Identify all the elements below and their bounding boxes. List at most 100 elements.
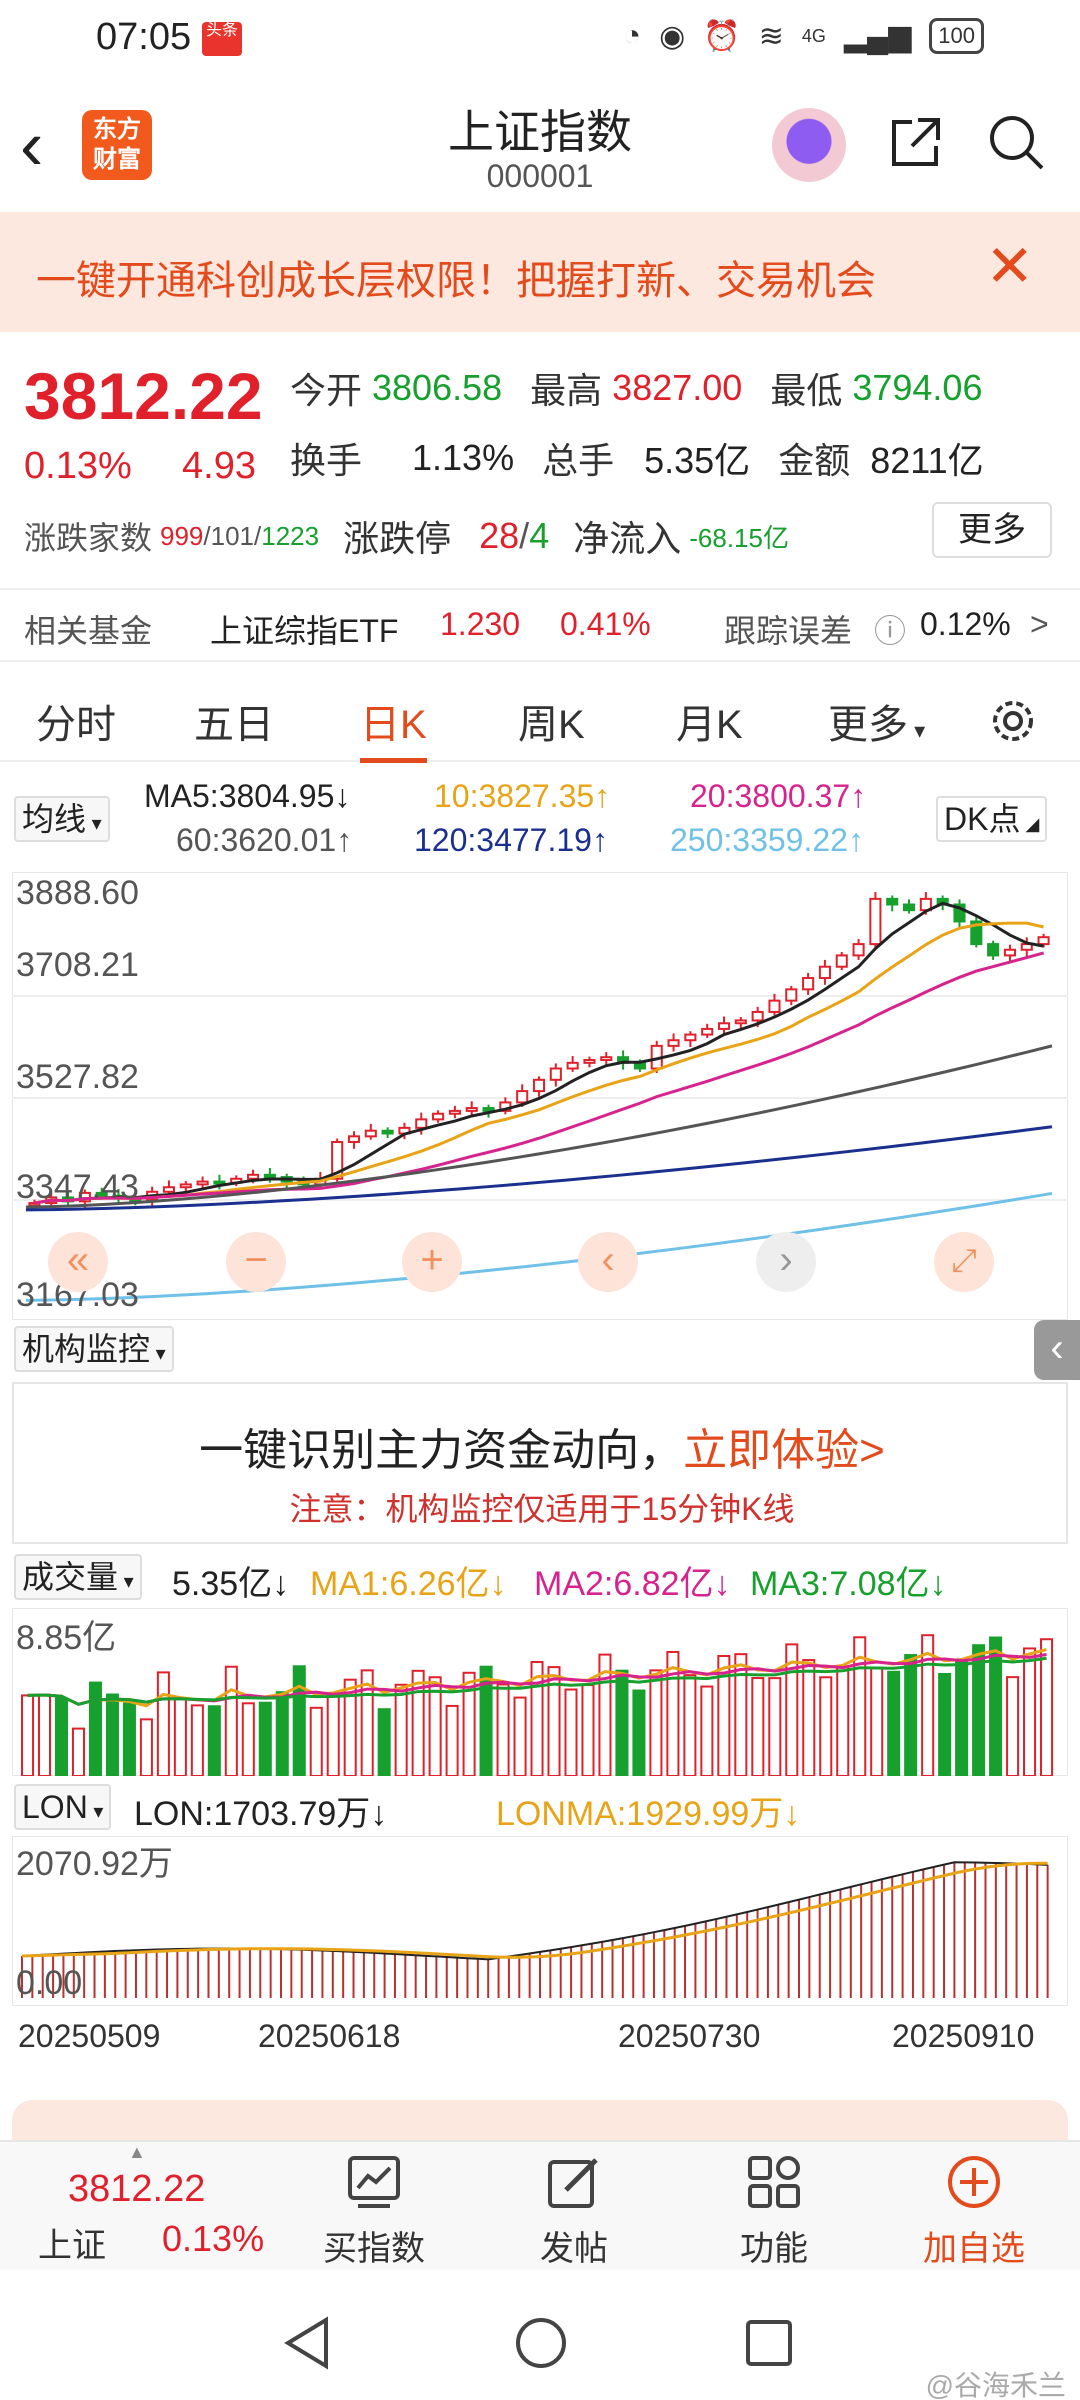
try-now-link[interactable]: 立即体验> — [683, 1426, 885, 1475]
add-watchlist-label: 加自选 — [923, 2230, 1025, 2268]
candle-body — [1037, 936, 1050, 946]
nav-back-icon[interactable] — [282, 2316, 332, 2370]
bottom-ad-strip[interactable] — [12, 2100, 1068, 2140]
rewind-icon[interactable]: « — [48, 1232, 108, 1292]
status-bar: 07:05 头条 ◔ ◉ ⏰ ≋ 4G ▂▄▆ 100 — [0, 0, 1080, 80]
volume-bar — [955, 1660, 969, 1777]
fullscreen-icon[interactable]: ⤢ — [934, 1232, 994, 1292]
institution-note: 注意：机构监控仅适用于15分钟K线 — [289, 1491, 795, 1527]
inflow-value: -68.15亿 — [689, 522, 789, 553]
volume-bar — [21, 1694, 35, 1777]
dk-point-toggle[interactable]: DK点 ◢ — [936, 796, 1048, 842]
ma60-value: 60:3620.01↑ — [176, 822, 353, 858]
tab-daily-k[interactable]: 日K — [360, 692, 427, 763]
volume-bar — [700, 1685, 714, 1777]
assistant-avatar-icon[interactable] — [772, 108, 846, 182]
chevron-right-icon[interactable]: > — [1030, 606, 1049, 643]
lon-axis-max: 2070.92万 — [16, 1845, 173, 1883]
breadth-flat: 101 — [210, 520, 255, 551]
promo-text[interactable]: 一键开通科创成长层权限！把握打新、交易机会 — [36, 248, 876, 306]
functions-button[interactable]: 功能 — [704, 2152, 844, 2270]
ma250-value: 250:3359.22↑ — [670, 822, 864, 858]
institution-headline[interactable]: 一键识别主力资金动向，立即体验> — [14, 1414, 1070, 1478]
volume-bar — [292, 1665, 306, 1778]
buy-index-button[interactable]: 买指数 — [304, 2152, 444, 2270]
settings-gear-icon[interactable] — [986, 694, 1040, 748]
volume-svg — [11, 1607, 1069, 1778]
nav-home-icon[interactable] — [514, 2316, 568, 2370]
tab-intraday[interactable]: 分时 — [36, 692, 116, 750]
caret-up-icon: ▲ — [128, 2142, 146, 2162]
volume-bar — [71, 1727, 85, 1777]
tab-five-day[interactable]: 五日 — [194, 692, 274, 750]
help-icon[interactable]: ⓘ — [874, 606, 906, 652]
candle-body — [566, 1061, 579, 1070]
fund-price: 1.230 — [440, 606, 521, 642]
fund-name[interactable]: 上证综指ETF — [210, 606, 398, 652]
promo-banner[interactable]: 一键开通科创成长层权限！把握打新、交易机会 ✕ — [0, 212, 1080, 332]
candlestick-svg[interactable] — [11, 871, 1069, 1321]
volume-bar — [1006, 1676, 1020, 1777]
tab-more[interactable]: 更多 ▾ — [828, 692, 925, 750]
scroll-left-icon[interactable]: ‹ — [578, 1232, 638, 1292]
candle-body — [886, 897, 899, 906]
volume-bar — [615, 1669, 629, 1777]
volume-bar — [513, 1696, 527, 1777]
post-label: 发帖 — [540, 2230, 608, 2268]
weibo-watermark: @谷海禾兰 — [925, 2370, 1066, 2400]
scroll-right-icon[interactable]: › — [756, 1232, 816, 1292]
more-button[interactable]: 更多 — [932, 502, 1052, 558]
ma5-value: MA5:3804.95↓ — [144, 778, 351, 814]
zoom-out-icon[interactable]: − — [226, 1232, 286, 1292]
related-fund-row[interactable]: 相关基金 上证综指ETF 1.230 0.41% 跟踪误差 ⓘ 0.12% > — [0, 588, 1080, 662]
candle-body — [364, 1129, 377, 1138]
tab-weekly-k[interactable]: 周K — [518, 692, 585, 750]
volume-selector[interactable]: 成交量 ▾ — [14, 1554, 142, 1600]
candle-body — [902, 903, 916, 912]
volume-bar — [54, 1697, 69, 1777]
candlestick-chart[interactable]: 3888.60 3708.21 3527.82 3347.43 3167.03 … — [11, 871, 1069, 1321]
turnover-label: 换手 — [290, 440, 363, 481]
candle-body — [701, 1027, 714, 1036]
institution-promo[interactable]: 一键识别主力资金动向，立即体验> 注意：机构监控仅适用于15分钟K线 — [12, 1382, 1068, 1544]
lon-value: LON:1703.79万↓ — [134, 1795, 388, 1833]
volume-bar — [241, 1702, 255, 1777]
nav-recent-icon[interactable] — [744, 2318, 794, 2368]
limit-down: 4 — [529, 515, 550, 556]
indicator-selector[interactable]: 均线 ▾ — [14, 796, 110, 842]
index-ticker[interactable]: ▲ 3812.22 上证 0.13% — [0, 2142, 270, 2272]
volume-ma1: MA1:6.26亿↓ — [310, 1565, 507, 1603]
volume-bar — [819, 1676, 833, 1777]
zoom-in-icon[interactable]: + — [402, 1232, 462, 1292]
volume-bar — [751, 1677, 765, 1777]
share-icon[interactable] — [888, 114, 944, 170]
post-button[interactable]: 发帖 — [504, 2152, 644, 2270]
candle-body — [768, 999, 781, 1013]
bottom-action-bar: ▲ 3812.22 上证 0.13% 买指数 发帖 功能 加自选 — [0, 2140, 1080, 2270]
institution-selector[interactable]: 机构监控 ▾ — [14, 1326, 174, 1372]
add-watchlist-button[interactable]: 加自选 — [904, 2152, 1044, 2270]
tab-monthly-k[interactable]: 月K — [676, 692, 743, 750]
breadth-sep-1: / — [203, 520, 211, 551]
candle-body — [1003, 948, 1016, 957]
volume-bar — [156, 1671, 170, 1777]
lon-legend: LON ▾ LON:1703.79万↓ LONMA:1929.99万↓ — [0, 1782, 1080, 1834]
close-icon[interactable]: ✕ — [985, 238, 1034, 296]
candle-body — [179, 1183, 192, 1189]
volume-bar — [88, 1681, 102, 1777]
buy-index-label: 买指数 — [323, 2230, 425, 2268]
volume-value: 5.35亿 — [644, 440, 751, 481]
lon-selector[interactable]: LON ▾ — [14, 1784, 112, 1830]
volume-bar — [581, 1684, 595, 1777]
lon-axis-min: 0.00 — [16, 1964, 83, 2002]
volume-chart[interactable]: 8.85亿 — [11, 1607, 1069, 1778]
ma-legend: 均线 ▾ MA5:3804.95↓ 10:3827.35↑ 20:3800.37… — [0, 770, 1080, 870]
volume-bar — [887, 1670, 901, 1778]
y-axis-label-3: 3527.82 — [16, 1058, 139, 1096]
lon-chart[interactable]: 2070.92万 0.00 — [11, 1835, 1069, 2007]
search-icon[interactable] — [986, 112, 1046, 172]
ma120-value: 120:3477.19↑ — [414, 822, 608, 858]
y-axis-label-1: 3888.60 — [16, 874, 139, 912]
volume-bar — [904, 1654, 918, 1778]
collapse-panel-icon[interactable]: ‹ — [1034, 1320, 1080, 1380]
